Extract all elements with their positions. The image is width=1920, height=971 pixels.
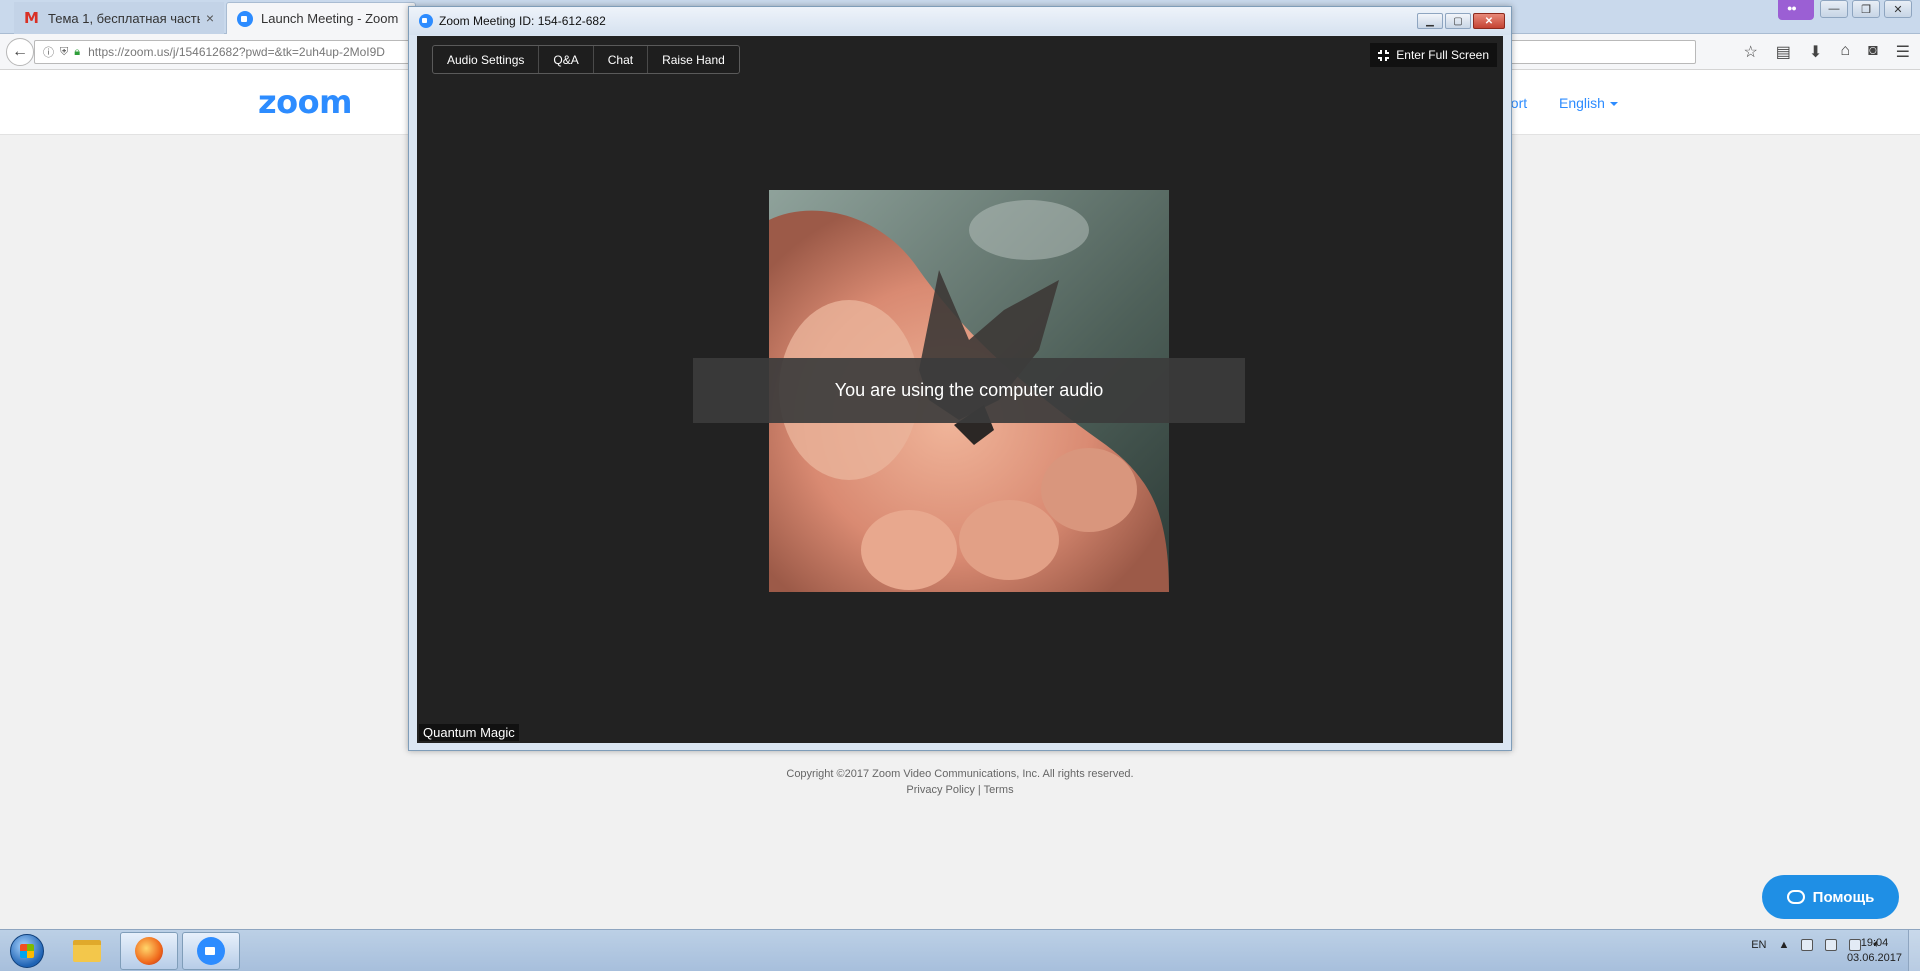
lock-icon[interactable]: 🔒︎ xyxy=(74,46,80,59)
meeting-area: Audio Settings Q&A Chat Raise Hand Enter… xyxy=(417,36,1503,743)
gmail-icon: M xyxy=(24,9,39,27)
chat-bubble-icon xyxy=(1786,890,1805,904)
close-tab-icon[interactable]: × xyxy=(206,10,214,26)
meeting-toolbar: Audio Settings Q&A Chat Raise Hand xyxy=(432,45,740,74)
folder-icon xyxy=(73,940,101,962)
download-icon[interactable]: ⬇ xyxy=(1809,42,1822,62)
participant-name-tag: Quantum Magic xyxy=(419,724,519,741)
help-button-label: Помощь xyxy=(1812,888,1875,906)
copyright-text: Copyright ©2017 Zoom Video Communication… xyxy=(786,768,1134,780)
help-button[interactable]: Помощь xyxy=(1762,875,1899,919)
pocket-icon[interactable]: ◙ xyxy=(1868,42,1878,62)
info-icon[interactable]: ⓘ xyxy=(43,44,54,60)
qa-button[interactable]: Q&A xyxy=(539,46,594,73)
usb-icon[interactable] xyxy=(1801,938,1814,951)
tab-launch-meeting[interactable]: Launch Meeting - Zoom xyxy=(226,2,416,34)
privacy-policy-link[interactable]: Privacy Policy xyxy=(906,784,974,796)
reading-list-icon[interactable]: ▤ xyxy=(1776,42,1791,62)
input-language[interactable]: EN xyxy=(1751,939,1766,951)
enter-full-screen-button[interactable]: Enter Full Screen xyxy=(1370,43,1497,67)
close-button[interactable]: ✕ xyxy=(1884,0,1912,18)
taskbar-firefox[interactable] xyxy=(120,932,178,970)
firefox-icon xyxy=(135,937,163,965)
back-button[interactable]: ← xyxy=(6,38,34,66)
fullscreen-icon xyxy=(1378,49,1390,61)
menu-icon[interactable]: ☰ xyxy=(1896,42,1910,62)
audio-settings-button[interactable]: Audio Settings xyxy=(433,46,540,73)
minimize-button[interactable]: ▁ xyxy=(1417,13,1443,29)
browser-window-controls: — ❐ ✕ xyxy=(1820,0,1912,18)
zoom-window-titlebar[interactable]: Zoom Meeting ID: 154-612-682 ▁ ▢ ✕ xyxy=(409,7,1511,35)
flag-icon[interactable] xyxy=(1825,938,1838,951)
private-browsing-icon xyxy=(1778,0,1814,20)
restore-button[interactable]: ❐ xyxy=(1852,0,1880,18)
raise-hand-button[interactable]: Raise Hand xyxy=(648,46,739,73)
zoom-logo[interactable]: zoom xyxy=(258,83,352,121)
home-icon[interactable]: ⌂ xyxy=(1840,42,1850,62)
bookmark-star-icon[interactable]: ☆ xyxy=(1743,42,1757,62)
tray-expand-icon[interactable]: ▲ xyxy=(1779,939,1790,951)
zoom-icon xyxy=(237,10,253,27)
computer-audio-notice: You are using the computer audio xyxy=(693,358,1245,423)
close-button[interactable]: ✕ xyxy=(1473,13,1505,29)
clock-time: 19:04 xyxy=(1860,937,1889,949)
system-clock[interactable]: 19:04 03.06.2017 xyxy=(1847,936,1902,966)
maximize-button[interactable]: ▢ xyxy=(1445,13,1471,29)
taskbar-zoom[interactable] xyxy=(182,932,240,970)
taskbar-explorer[interactable] xyxy=(58,932,116,970)
browser-action-icons: ☆ ▤ ⬇ ⌂ ◙ ☰ xyxy=(1743,42,1910,62)
fullscreen-label: Enter Full Screen xyxy=(1396,48,1489,62)
tab-label: Launch Meeting - Zoom xyxy=(261,11,399,26)
language-label: English xyxy=(1559,95,1605,111)
minimize-button[interactable]: — xyxy=(1820,0,1848,18)
tab-label: Тема 1, бесплатная часть С xyxy=(48,10,200,26)
zoom-meeting-window: Zoom Meeting ID: 154-612-682 ▁ ▢ ✕ Audio… xyxy=(408,6,1512,751)
shield-icon[interactable]: ⛨ xyxy=(60,46,68,59)
zoom-app-icon xyxy=(197,937,225,965)
start-button[interactable] xyxy=(4,932,50,970)
chat-button[interactable]: Chat xyxy=(594,46,649,73)
terms-link[interactable]: Terms xyxy=(984,784,1014,796)
caret-down-icon xyxy=(1609,102,1618,107)
zoom-window-controls: ▁ ▢ ✕ xyxy=(1417,13,1505,29)
windows-taskbar: EN ▲ 🔈︎ 19:04 03.06.2017 xyxy=(0,929,1920,971)
url-text[interactable]: https://zoom.us/j/154612682?pwd=&tk=2uh4… xyxy=(88,45,385,59)
page-footer: Copyright ©2017 Zoom Video Communication… xyxy=(0,766,1920,798)
tab-gmail[interactable]: M Тема 1, бесплатная часть С × xyxy=(14,2,224,34)
show-desktop-button[interactable] xyxy=(1908,930,1920,971)
windows-logo-icon xyxy=(10,934,44,968)
language-selector[interactable]: English xyxy=(1559,95,1618,111)
clock-date: 03.06.2017 xyxy=(1846,952,1902,964)
footer-separator: | xyxy=(977,784,981,796)
zoom-window-title: Zoom Meeting ID: 154-612-682 xyxy=(439,14,606,28)
zoom-icon xyxy=(419,14,433,28)
